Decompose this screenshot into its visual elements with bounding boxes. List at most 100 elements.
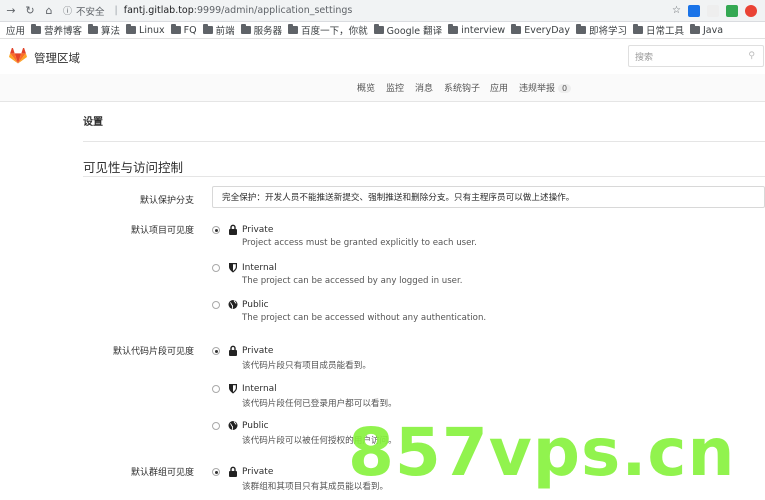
url-host: fantj.gitlab.top xyxy=(123,5,194,16)
lock-icon xyxy=(228,345,238,356)
bookmark-item[interactable]: 日常工具 xyxy=(632,23,684,37)
folder-icon xyxy=(690,24,700,34)
folder-icon xyxy=(632,24,643,34)
bookmark-item[interactable]: EveryDay xyxy=(511,24,570,36)
folder-icon xyxy=(126,24,137,34)
visibility-option-private[interactable]: Private 该代码片段只有项目成员能看到。 xyxy=(212,344,562,372)
folder-icon xyxy=(31,24,42,34)
radio-button[interactable] xyxy=(212,263,220,272)
bookmark-item[interactable]: 营养博客 xyxy=(31,23,82,37)
bookmark-item[interactable]: Google 翻译 xyxy=(373,23,443,37)
search-placeholder: 搜索 xyxy=(635,52,654,63)
gitlab-logo-icon[interactable] xyxy=(9,48,27,64)
folder-icon xyxy=(88,24,99,34)
option-description: The project can be accessed by any logge… xyxy=(242,275,463,286)
tab-messages[interactable]: 消息 xyxy=(415,81,433,94)
globe-icon xyxy=(228,299,238,310)
radio-button[interactable] xyxy=(212,468,220,476)
page-title: 设置 xyxy=(83,117,103,128)
visibility-option-public[interactable]: Public The project can be accessed withou… xyxy=(212,298,562,326)
default-project-visibility-label: 默认项目可见度 xyxy=(130,226,194,236)
folder-icon xyxy=(288,24,299,34)
option-description: Project access must be granted explicitl… xyxy=(242,238,477,248)
option-name: Private xyxy=(242,225,274,235)
admin-subnav: 概览 监控 消息 系统钩子 应用 违规举报 0 xyxy=(0,74,765,102)
tab-abuse-reports[interactable]: 违规举报 0 xyxy=(519,81,572,94)
option-name: Private xyxy=(242,346,274,356)
extension-green-icon[interactable] xyxy=(726,4,738,17)
option-name: Internal xyxy=(242,262,277,273)
address-bar[interactable]: ⓘ 不安全 | fantj.gitlab.top:9999/admin/appl… xyxy=(63,3,672,19)
radio-button[interactable] xyxy=(212,226,220,234)
bookmark-label: 营养博客 xyxy=(44,26,83,37)
folder-icon xyxy=(240,24,251,34)
bookmark-label: EveryDay xyxy=(524,24,570,36)
option-name: Public xyxy=(242,300,269,310)
info-icon[interactable]: ⓘ xyxy=(63,4,72,17)
bookmark-label: Linux xyxy=(139,24,165,36)
option-name: Internal xyxy=(242,383,277,394)
gitlab-header: 管理区域 搜索 ⚲ xyxy=(0,39,765,74)
bookmarks-bar: 应用 营养博客 算法 Linux FQ 前端 服务器 百度一下，你就 Google 翻译 inte… xyxy=(0,22,765,39)
shield-icon xyxy=(228,262,238,273)
reload-icon[interactable]: ↻ xyxy=(22,3,38,19)
default-group-visibility-label: 默认群组可见度 xyxy=(130,468,194,478)
star-icon[interactable]: ☆ xyxy=(672,5,681,17)
bookmark-label: 前端 xyxy=(215,26,235,37)
back-icon[interactable]: → xyxy=(3,3,19,19)
bookmark-item[interactable]: 应用 xyxy=(6,23,25,37)
option-description: 该代码片段任何已登录用户都可以看到。 xyxy=(242,398,397,409)
folder-icon xyxy=(202,24,213,34)
extension-blue-icon[interactable] xyxy=(688,4,700,17)
bookmark-item[interactable]: 百度一下，你就 xyxy=(288,23,368,37)
folder-icon xyxy=(448,24,459,34)
bookmark-label: FQ xyxy=(183,24,197,36)
bookmark-label: 即将学习 xyxy=(588,26,627,37)
tab-overview[interactable]: 概览 xyxy=(357,81,375,94)
search-icon: ⚲ xyxy=(748,51,755,61)
folder-icon xyxy=(170,24,181,34)
default-branch-protection-select[interactable]: 完全保护：开发人员不能推送新提交、强制推送和删除分支。只有主程序员可以做上述操作… xyxy=(212,186,765,208)
tab-abuse-reports-label: 违规举报 xyxy=(519,84,556,94)
radio-button[interactable] xyxy=(212,422,220,430)
extensions: ☆ xyxy=(672,4,757,17)
abuse-count-badge: 0 xyxy=(558,84,572,93)
bookmark-label: Google 翻译 xyxy=(386,26,443,37)
bookmark-item[interactable]: Linux xyxy=(126,24,165,36)
bookmark-item[interactable]: interview xyxy=(448,24,505,36)
default-snippet-visibility-label: 默认代码片段可见度 xyxy=(112,347,194,357)
default-branch-protection-value: 完全保护：开发人员不能推送新提交、强制推送和删除分支。只有主程序员可以做上述操作… xyxy=(222,193,575,203)
tab-monitoring[interactable]: 监控 xyxy=(386,81,404,94)
folder-icon xyxy=(575,24,586,34)
folder-icon xyxy=(511,24,522,34)
divider xyxy=(83,176,765,177)
bookmark-item[interactable]: 服务器 xyxy=(240,23,282,37)
search-input[interactable]: 搜索 ⚲ xyxy=(628,45,764,67)
radio-button[interactable] xyxy=(212,301,220,309)
tab-applications[interactable]: 应用 xyxy=(490,81,508,94)
lock-icon xyxy=(228,224,238,235)
home-icon[interactable]: ⌂ xyxy=(41,3,57,19)
radio-button[interactable] xyxy=(212,384,220,393)
bookmark-label: 算法 xyxy=(101,26,121,37)
visibility-option-internal[interactable]: Internal 该代码片段任何已登录用户都可以看到。 xyxy=(212,382,562,410)
option-name: Public xyxy=(242,421,269,431)
lock-icon xyxy=(228,466,238,477)
admin-area-title: 管理区域 xyxy=(34,51,80,65)
bookmark-label: 日常工具 xyxy=(645,26,684,37)
bookmark-item[interactable]: 前端 xyxy=(202,23,235,37)
bookmark-item[interactable]: Java xyxy=(690,24,723,36)
bookmark-item[interactable]: 即将学习 xyxy=(575,23,627,37)
visibility-option-internal[interactable]: Internal The project can be accessed by a… xyxy=(212,261,562,289)
extension-red-icon[interactable] xyxy=(745,4,757,17)
bookmark-item[interactable]: 算法 xyxy=(88,23,120,37)
folder-icon xyxy=(373,24,384,34)
divider xyxy=(83,141,765,142)
extension-json-icon[interactable] xyxy=(707,4,719,17)
globe-icon xyxy=(228,420,238,431)
tab-system-hooks[interactable]: 系统钩子 xyxy=(444,81,480,94)
watermark: 857vps.cn xyxy=(348,414,736,491)
visibility-option-private[interactable]: Private Project access must be granted ex… xyxy=(212,223,562,251)
radio-button[interactable] xyxy=(212,347,220,355)
bookmark-item[interactable]: FQ xyxy=(170,24,197,36)
